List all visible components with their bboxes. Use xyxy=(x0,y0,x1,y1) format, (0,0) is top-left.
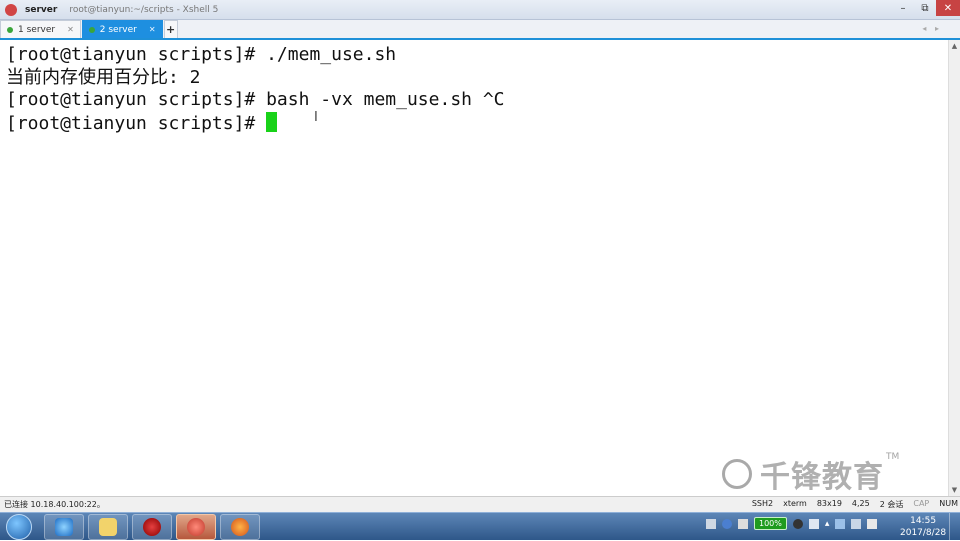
connection-status: 已连接 10.18.40.100:22。 xyxy=(4,500,105,509)
scroll-up-icon[interactable]: ▲ xyxy=(949,40,960,52)
terminal-type: xterm xyxy=(783,499,807,508)
watermark-text: 千锋教育 xyxy=(760,460,884,495)
tab-close-icon[interactable]: ✕ xyxy=(149,25,156,34)
caps-lock-indicator: CAP xyxy=(913,499,930,508)
session-tab-bar: 1 server ✕ 2 server ✕ + ◂ ▸ xyxy=(0,20,960,40)
shell-prompt: [root@tianyun scripts]# xyxy=(6,89,267,110)
maximize-button[interactable]: ⧉ xyxy=(914,0,936,16)
clock[interactable]: 14:55 2017/8/28 xyxy=(900,515,946,539)
keyboard-icon[interactable] xyxy=(706,518,716,529)
connected-status-icon xyxy=(7,26,13,33)
clock-date: 2017/8/28 xyxy=(900,528,947,538)
shell-prompt: [root@tianyun scripts]# xyxy=(6,112,267,134)
folder-icon xyxy=(99,518,117,536)
terminal-line: [root@tianyun scripts]# bash -vx mem_use… xyxy=(6,89,948,112)
battery-indicator[interactable]: 100% xyxy=(754,517,787,530)
scroll-down-icon[interactable]: ▼ xyxy=(949,484,960,496)
show-desktop-button[interactable] xyxy=(949,513,960,541)
terminal-line: [root@tianyun scripts]# ./mem_use.sh xyxy=(6,44,948,67)
tab-2-server[interactable]: 2 server ✕ xyxy=(81,20,163,38)
taskbar-firefox[interactable] xyxy=(220,514,260,540)
tray-expand-icon[interactable]: ▴ xyxy=(825,519,830,529)
text-cursor xyxy=(266,111,278,132)
volume-icon[interactable] xyxy=(867,518,878,529)
protocol-label: SSH2 xyxy=(751,499,774,508)
terminal-line: [root@tianyun scripts]# xyxy=(6,111,948,136)
network-icon[interactable] xyxy=(851,518,862,529)
mouse-ibeam-icon: I xyxy=(314,110,318,125)
tab-label: 2 server xyxy=(99,24,137,35)
clock-time: 14:55 xyxy=(910,516,937,526)
trademark-mark: TM xyxy=(886,452,900,462)
xshell-icon xyxy=(187,518,205,536)
vertical-scrollbar[interactable]: ▲ ▼ xyxy=(948,40,960,496)
tab-label: 1 server xyxy=(18,24,56,35)
window-title: server xyxy=(25,4,58,15)
command-text: bash -vx mem_use.sh ^C xyxy=(266,89,505,110)
taskbar-cherry[interactable] xyxy=(132,514,172,540)
taskbar-explorer[interactable] xyxy=(88,514,128,540)
status-bar: 已连接 10.18.40.100:22。 SSH2 xterm 83x19 4,… xyxy=(0,496,960,512)
flag-icon[interactable] xyxy=(835,518,846,529)
num-lock-indicator: NUM xyxy=(939,499,958,508)
terminal-size: 83x19 xyxy=(816,499,842,508)
cursor-position: 4,25 xyxy=(851,499,870,508)
start-button[interactable] xyxy=(6,514,32,540)
title-bar: server root@tianyun:~/scripts - Xshell 5… xyxy=(0,0,960,20)
tab-scroll-arrows[interactable]: ◂ ▸ xyxy=(922,24,942,33)
new-tab-button[interactable]: + xyxy=(163,20,178,38)
window-controls: – ⧉ ✕ xyxy=(892,0,960,18)
monitor-icon[interactable] xyxy=(808,518,819,529)
tray-icon[interactable] xyxy=(738,518,748,529)
close-button[interactable]: ✕ xyxy=(936,0,960,16)
shell-prompt: [root@tianyun scripts]# xyxy=(6,44,267,65)
window-path: root@tianyun:~/scripts - Xshell 5 xyxy=(69,4,219,15)
taskbar-xshell[interactable] xyxy=(176,514,216,540)
terminal-line: 当前内存使用百分比: 2 xyxy=(6,67,948,90)
terminal-output[interactable]: [root@tianyun scripts]# ./mem_use.sh 当前内存… xyxy=(0,40,948,496)
brand-watermark: 千锋教育 TM xyxy=(722,452,899,496)
output-text: 当前内存使用百分比: 2 xyxy=(6,66,201,88)
system-tray: 100% ▴ xyxy=(706,517,878,530)
watermark-logo-icon xyxy=(722,459,752,489)
taskbar-ie[interactable] xyxy=(44,514,84,540)
session-count: 2 会话 xyxy=(879,500,904,509)
firefox-icon xyxy=(231,518,249,536)
xshell-app-icon[interactable] xyxy=(5,3,17,16)
command-text: ./mem_use.sh xyxy=(266,44,397,65)
internet-explorer-icon xyxy=(55,518,73,536)
help-icon[interactable] xyxy=(722,518,732,529)
power-icon[interactable] xyxy=(792,518,803,529)
cherry-icon xyxy=(143,518,161,536)
minimize-button[interactable]: – xyxy=(892,0,914,16)
tab-close-icon[interactable]: ✕ xyxy=(67,25,74,34)
tab-1-server[interactable]: 1 server ✕ xyxy=(0,20,81,38)
connected-status-icon xyxy=(88,26,95,33)
windows-taskbar: 100% ▴ 14:55 2017/8/28 xyxy=(0,512,960,541)
